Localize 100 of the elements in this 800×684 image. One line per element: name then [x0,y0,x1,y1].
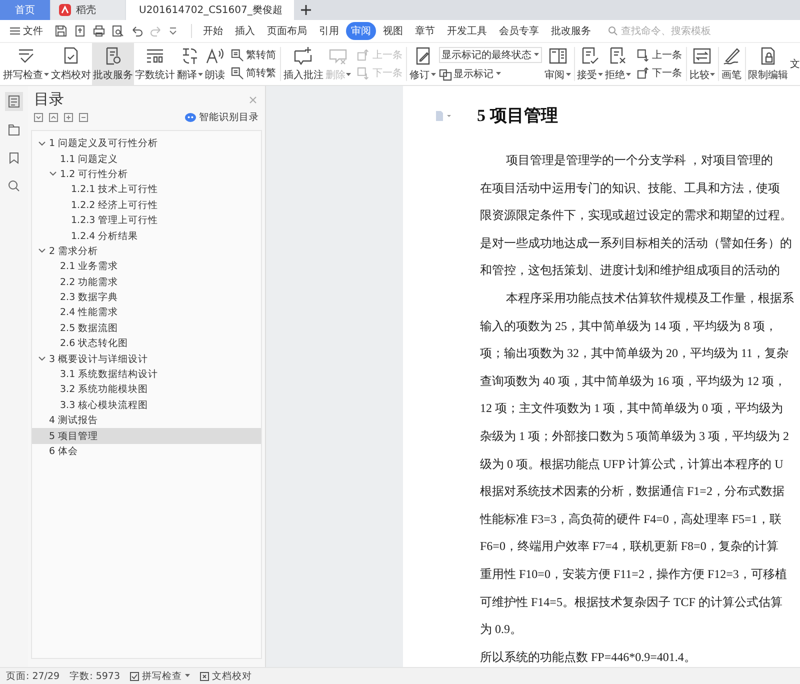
smart-toc-button[interactable]: 智能识别目录 [185,111,259,124]
toc-item[interactable]: 6 体会 [32,444,261,460]
command-search-field[interactable]: 查找命令、搜索模板 [608,26,741,36]
document-tab[interactable]: 稻壳 [51,0,125,20]
pen-icon [722,46,742,66]
ribbon-tab[interactable]: 页面布局 [262,22,312,40]
caret-icon [566,73,571,77]
ribbon-button[interactable]: 插入批注 [282,43,324,85]
ribbon-tab[interactable]: 引用 [314,22,344,40]
caret-icon [185,674,190,678]
toc-item[interactable]: 3.2 系统功能模块图 [32,382,261,398]
customize-icon[interactable] [169,26,177,36]
toc-item[interactable]: 2.3 数据字典 [32,290,261,306]
new-tab-icon[interactable] [301,5,311,15]
collapse-all-icon[interactable] [34,113,43,122]
ribbon-small-button[interactable]: 下一条 [636,66,682,80]
chevron-down-icon[interactable] [38,140,46,147]
ribbon-small-button[interactable]: 简转繁 [231,66,276,80]
ribbon-tab[interactable]: 批改服务 [546,22,596,40]
ribbon-button[interactable]: 朗读 [204,43,226,85]
add-heading-icon[interactable] [64,113,73,122]
print-icon[interactable] [93,25,105,37]
toc-item[interactable]: 3.1 系统数据结构设计 [32,366,261,382]
toc-item[interactable]: 1.2.1 技术上可行性 [32,182,261,198]
ribbon-tab[interactable]: 会员专享 [494,22,544,40]
remove-heading-icon[interactable] [79,113,88,122]
ribbon-tab[interactable]: 开发工具 [442,22,492,40]
ribbon-tab[interactable]: 审阅 [346,22,376,40]
undo-icon[interactable] [131,25,143,37]
proofread-button[interactable]: 文档校对 [200,670,252,682]
expand-all-icon[interactable] [49,113,58,122]
ribbon-button[interactable]: 接受 [576,43,604,85]
ribbon-button[interactable]: 画笔 [720,43,743,85]
outline-pane-button[interactable] [5,92,23,111]
ribbon-button[interactable]: 翻译 [176,43,204,85]
file-menu[interactable]: 文件 [6,24,47,38]
ribbon-tab[interactable]: 插入 [230,22,260,40]
ribbon-tab[interactable]: 视图 [378,22,408,40]
ribbon-button[interactable]: 审阅 [544,43,572,85]
ribbon-tab[interactable]: 开始 [198,22,228,40]
toc-item[interactable]: 1.2.3 管理上可行性 [32,212,261,228]
chevron-down-icon[interactable] [38,356,46,362]
export-icon[interactable] [74,25,86,37]
toc-item[interactable]: 3.3 核心模块流程图 [32,398,261,414]
body-text-line: 本程序采用功能点技术估算软件规模及工作量，根据系 [505,290,795,307]
toc-item[interactable]: 1.2.4 分析结果 [32,228,261,244]
document-tab[interactable]: U201614702_CS1607_樊俊超 [126,0,294,20]
ribbon-small-button[interactable]: 繁转简 [231,48,276,62]
body-text-line: 性能标准 F3=3，高负荷的硬件 F4=0，高处理率 F5=1，联 [480,510,782,528]
menu-icon [10,27,20,35]
bookmark-icon [9,152,19,164]
ribbon-small-button[interactable]: 上一条 [636,48,682,62]
ribbon-tab[interactable]: 章节 [410,22,440,40]
convert-icon [231,48,244,62]
caret-icon [430,73,436,77]
toc-item[interactable]: 1.2 可行性分析 [32,166,261,182]
toc-item[interactable]: 2 需求分析 [32,244,261,260]
caret-icon [346,73,352,77]
toc-item[interactable]: 5 项目管理 [32,428,261,444]
ribbon-button[interactable]: 比较 [688,43,716,85]
body-text-line: 和管控，这包括策划、进度计划和维护组成项目的活动的 [480,262,781,280]
ribbon-small-button[interactable]: 显示标记 [438,67,542,81]
body-text-line: 输入的项数为 25，其中简单级为 14 项，平均级为 8 项， [480,318,778,335]
ribbon-button[interactable]: 拼写检查 [2,43,50,85]
spell-check-button[interactable]: 拼写检查 [130,670,190,682]
word-count: 字数: 5973 [70,670,120,682]
chevron-down-icon[interactable] [49,171,57,178]
chevron-down-icon[interactable] [38,248,46,254]
print-preview-icon[interactable] [112,25,124,37]
toc-item[interactable]: 1.1 问题定义 [32,151,261,167]
toc-item[interactable]: 1.2.2 经济上可行性 [32,198,261,213]
document-reject-icon [608,46,628,66]
body-text-line: 根据对系统技术因素的分析，数据通信 F1=2，分布式数据 [480,483,786,500]
toc-item[interactable]: 3 概要设计与详细设计 [32,351,261,367]
ribbon-button[interactable]: 字数统计 [134,43,176,85]
ribbon-label: 文 [790,58,800,71]
toc-item[interactable]: 2.4 性能需求 [32,305,261,321]
search-icon [8,180,20,192]
markup-dropdown[interactable]: 显示标记的最终状态 [438,47,542,63]
ribbon-button[interactable]: 拒绝 [604,43,632,85]
ribbon-button[interactable]: 文档校对 [50,43,92,85]
read-aloud-icon [205,46,225,66]
toc-item[interactable]: 2.6 状态转化图 [32,336,261,352]
ribbon-button[interactable]: 限制编辑 [746,43,789,85]
caret-icon [44,73,49,77]
review-pane-icon [548,46,568,66]
ribbon-button[interactable]: 批改服务 [92,43,134,85]
body-text-line: F6=0，终端用户效率 F7=4，联机更新 F8=0，复杂的计算 [480,538,780,556]
toc-item[interactable]: 2.1 业务需求 [32,259,261,275]
body-text-line: 项目管理是管理学的一个分支学科 ，对项目管理的 [505,152,774,169]
document-check-icon [580,46,600,66]
toc-item[interactable]: 4 测试报告 [32,413,261,428]
ribbon-button[interactable]: 修订 [408,43,437,85]
toc-item[interactable]: 2.2 功能需求 [32,274,261,290]
caret-icon [534,53,539,57]
toc-item[interactable]: 1 问题定义及可行性分析 [32,136,261,152]
save-icon[interactable] [55,25,67,37]
markup-icon [438,68,452,80]
section-heading: 5 项目管理 [477,105,558,127]
toc-item[interactable]: 2.5 数据流图 [32,320,261,336]
